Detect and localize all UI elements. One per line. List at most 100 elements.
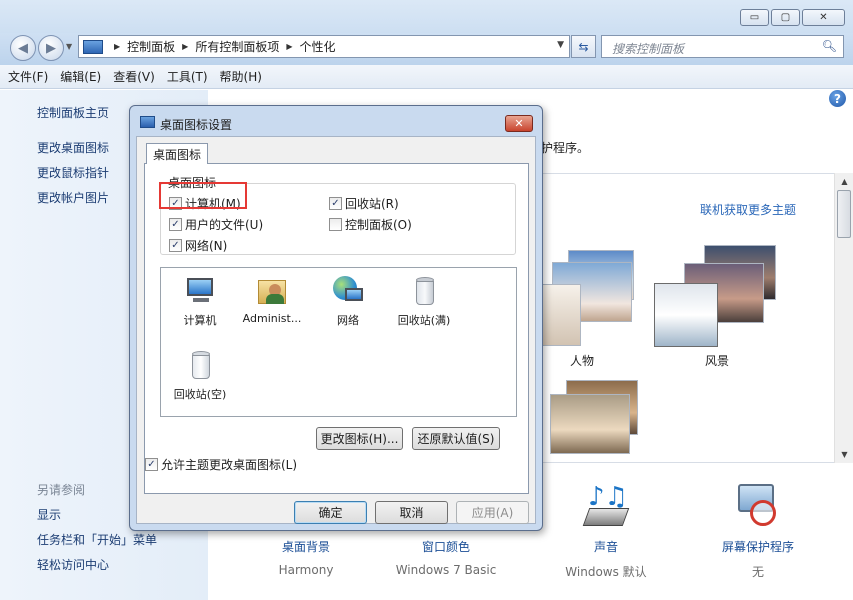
- window-color-item[interactable]: 窗口颜色 Windows 7 Basic: [388, 538, 504, 577]
- window-color-label[interactable]: 窗口颜色: [388, 538, 504, 555]
- sounds-item[interactable]: ♪♫ 声音 Windows 默认: [548, 482, 664, 580]
- maximize-icon: ▢: [780, 12, 791, 23]
- close-icon: ✕: [514, 117, 524, 130]
- menu-file[interactable]: 文件(F): [8, 68, 48, 85]
- icon-item-network[interactable]: 网络: [313, 274, 383, 328]
- search-placeholder: 搜索控制面板: [612, 42, 685, 56]
- recycle-bin-checkbox-label: 回收站(R): [345, 197, 399, 211]
- see-also-ease-of-access[interactable]: 轻松访问中心: [37, 556, 109, 573]
- vertical-scrollbar[interactable]: ▲ ▼: [834, 173, 853, 463]
- forward-button[interactable]: ▶: [38, 35, 64, 61]
- icon-item-recycle-bin-full-label: 回收站(满): [397, 314, 451, 327]
- chevron-down-icon[interactable]: ▼: [557, 40, 564, 50]
- tab-desktop-icons[interactable]: 桌面图标: [146, 143, 209, 164]
- user-files-checkbox[interactable]: ✓ 用户的文件(U): [169, 216, 263, 233]
- scroll-down-icon[interactable]: ▼: [835, 446, 853, 463]
- icon-item-computer[interactable]: 计算机: [165, 274, 235, 328]
- search-icon[interactable]: 🔍︎: [822, 39, 837, 53]
- checkbox-checked-icon[interactable]: ✓: [329, 197, 342, 210]
- network-checkbox-label: 网络(N): [185, 239, 228, 253]
- restore-default-button[interactable]: 还原默认值(S): [412, 427, 500, 450]
- icon-item-user-files[interactable]: Administ...: [237, 274, 307, 325]
- theme-next-row[interactable]: [538, 380, 648, 460]
- user-folder-icon: [255, 274, 289, 308]
- close-button[interactable]: ✕: [802, 9, 845, 26]
- refresh-button[interactable]: ⇆: [571, 35, 596, 58]
- screensaver-label[interactable]: 屏幕保护程序: [700, 538, 816, 555]
- sidebar-change-account-picture[interactable]: 更改帐户图片: [37, 189, 109, 206]
- theme-thumbnail: [538, 284, 581, 346]
- back-button[interactable]: ◀: [10, 35, 36, 61]
- desktop-icon-settings-dialog: 桌面图标设置 ✕ 桌面图标 桌面图标 ✓ 计算机(M) ✓ 回收站(R) ✓ 用…: [129, 105, 543, 531]
- recent-pages-dropdown[interactable]: ▼: [66, 42, 72, 51]
- theme-people-label[interactable]: 人物: [570, 352, 594, 369]
- breadcrumb-all-items[interactable]: 所有控制面板项: [195, 38, 279, 55]
- sidebar-change-mouse-pointers[interactable]: 更改鼠标指针: [37, 164, 109, 181]
- sounds-label[interactable]: 声音: [548, 538, 664, 555]
- icon-item-recycle-bin-empty[interactable]: 回收站(空): [165, 348, 235, 402]
- desktop-background-item[interactable]: 桌面背景 Harmony: [248, 538, 364, 577]
- theme-landscapes[interactable]: [654, 245, 784, 350]
- sidebar-home-link[interactable]: 控制面板主页: [37, 104, 109, 121]
- ok-button[interactable]: 确定: [294, 501, 367, 524]
- sidebar-change-desktop-icons[interactable]: 更改桌面图标: [37, 139, 109, 156]
- dialog-icon: [140, 116, 155, 128]
- chevron-right-icon[interactable]: ▶: [114, 42, 120, 51]
- checkbox-checked-icon[interactable]: ✓: [169, 239, 182, 252]
- menu-view[interactable]: 查看(V): [113, 68, 155, 85]
- cancel-button[interactable]: 取消: [375, 501, 448, 524]
- sounds-value: Windows 默认: [565, 565, 647, 579]
- icon-item-network-label: 网络: [337, 314, 359, 327]
- user-files-checkbox-label: 用户的文件(U): [185, 218, 264, 232]
- search-input[interactable]: 搜索控制面板 🔍︎: [601, 35, 844, 58]
- menu-tools[interactable]: 工具(T): [167, 68, 208, 85]
- see-also-display[interactable]: 显示: [37, 506, 61, 523]
- recycle-bin-empty-icon: [183, 348, 217, 382]
- checkbox-unchecked-icon[interactable]: [329, 218, 342, 231]
- screensaver-item[interactable]: 屏幕保护程序 无: [700, 482, 816, 580]
- chevron-right-icon[interactable]: ▶: [286, 42, 292, 51]
- change-icon-button[interactable]: 更改图标(H)...: [316, 427, 403, 450]
- address-bar[interactable]: ▶ 控制面板 ▶ 所有控制面板项 ▶ 个性化 ▼: [78, 35, 570, 58]
- arrow-right-icon: ▶: [46, 40, 56, 56]
- maximize-button[interactable]: ▢: [771, 9, 800, 26]
- menu-edit[interactable]: 编辑(E): [60, 68, 101, 85]
- recycle-bin-checkbox[interactable]: ✓ 回收站(R): [329, 195, 399, 212]
- icon-item-recycle-bin-empty-label: 回收站(空): [173, 388, 227, 401]
- theme-people[interactable]: [538, 250, 648, 350]
- breadcrumb-control-panel[interactable]: 控制面板: [127, 38, 175, 55]
- minimize-button[interactable]: ▭: [740, 9, 769, 26]
- scrollbar-thumb[interactable]: [837, 190, 851, 238]
- network-globe-icon: [331, 274, 365, 308]
- scroll-up-icon[interactable]: ▲: [835, 173, 853, 190]
- desktop-icon-list[interactable]: 计算机 Administ... 网络 回收站(满) 回收站(空): [160, 267, 517, 417]
- caption-buttons: ▭ ▢ ✕: [740, 9, 845, 26]
- dialog-close-button[interactable]: ✕: [505, 115, 533, 132]
- annotation-highlight-box: [159, 182, 247, 209]
- screensaver-value: 无: [751, 565, 764, 579]
- breadcrumb-personalization[interactable]: 个性化: [300, 38, 336, 55]
- control-panel-checkbox[interactable]: 控制面板(O): [329, 216, 412, 233]
- screensaver-icon: [700, 482, 816, 532]
- checkbox-checked-icon[interactable]: ✓: [169, 218, 182, 231]
- music-notes-icon: ♪♫: [548, 482, 664, 532]
- online-themes-link[interactable]: 联机获取更多主题: [700, 201, 796, 218]
- icon-item-recycle-bin-full[interactable]: 回收站(满): [389, 274, 459, 328]
- arrow-left-icon: ◀: [18, 40, 28, 56]
- icon-item-computer-label: 计算机: [183, 314, 217, 327]
- see-also-taskbar[interactable]: 任务栏和「开始」菜单: [37, 531, 157, 548]
- recycle-bin-full-icon: [407, 274, 441, 308]
- desktop-background-value: Harmony: [278, 563, 334, 577]
- address-row: ◀ ▶ ▼ ▶ 控制面板 ▶ 所有控制面板项 ▶ 个性化 ▼ ⇆ 搜索控制面板 …: [0, 33, 853, 65]
- network-checkbox[interactable]: ✓ 网络(N): [169, 237, 227, 254]
- menu-help[interactable]: 帮助(H): [220, 68, 262, 85]
- apply-button[interactable]: 应用(A): [456, 501, 529, 524]
- main-description: 护程序。: [541, 141, 590, 155]
- allow-themes-checkbox[interactable]: ✓ 允许主题更改桌面图标(L): [145, 456, 297, 473]
- chevron-right-icon[interactable]: ▶: [182, 42, 188, 51]
- theme-landscapes-label[interactable]: 风景: [705, 352, 729, 369]
- help-icon[interactable]: ?: [829, 90, 846, 107]
- desktop-background-label[interactable]: 桌面背景: [248, 538, 364, 555]
- checkbox-checked-icon[interactable]: ✓: [145, 458, 158, 471]
- see-also-heading: 另请参阅: [37, 483, 86, 497]
